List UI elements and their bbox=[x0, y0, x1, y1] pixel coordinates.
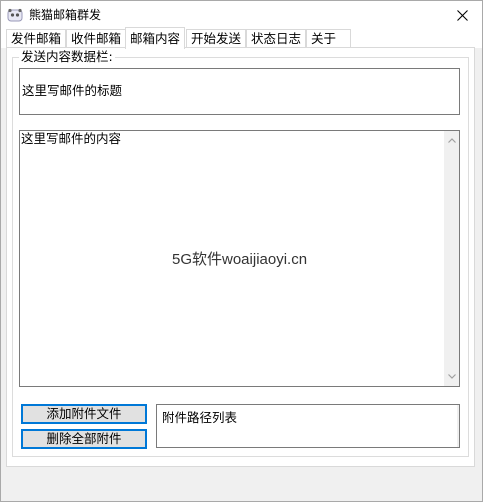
attachment-path-list[interactable]: 附件路径列表 bbox=[156, 404, 460, 448]
app-window: 熊猫邮箱群发 发件邮箱 收件邮箱 邮箱内容 开始发送 状态日志 关于 发送内容数… bbox=[0, 0, 483, 502]
scroll-down-arrow-icon[interactable] bbox=[444, 369, 459, 384]
body-text: 这里写邮件的内容 bbox=[21, 131, 122, 146]
body-scrollbar[interactable] bbox=[444, 131, 459, 386]
group-label: 发送内容数据栏: bbox=[19, 49, 115, 65]
tab-mail-content[interactable]: 邮箱内容 bbox=[125, 27, 186, 49]
close-button[interactable] bbox=[442, 1, 482, 29]
status-bar bbox=[1, 475, 482, 501]
title-bar[interactable]: 熊猫邮箱群发 bbox=[1, 1, 482, 29]
tab-about[interactable]: 关于 bbox=[306, 29, 351, 47]
panda-app-icon bbox=[7, 8, 23, 22]
add-attachment-button[interactable]: 添加附件文件 bbox=[21, 404, 147, 424]
tab-strip: 发件邮箱 收件邮箱 邮箱内容 开始发送 状态日志 关于 bbox=[1, 27, 482, 49]
close-icon bbox=[456, 9, 468, 21]
watermark-text: 5G软件woaijiaoyi.cn bbox=[172, 251, 308, 268]
subject-input[interactable]: 这里写邮件的标题 bbox=[19, 68, 460, 115]
tab-start-sending[interactable]: 开始发送 bbox=[186, 29, 247, 47]
scroll-up-arrow-icon[interactable] bbox=[444, 133, 459, 148]
tab-recipient-mailbox[interactable]: 收件邮箱 bbox=[66, 29, 127, 47]
tab-sender-mailbox[interactable]: 发件邮箱 bbox=[6, 29, 67, 47]
window-title: 熊猫邮箱群发 bbox=[29, 8, 102, 22]
delete-all-attachments-button[interactable]: 删除全部附件 bbox=[21, 429, 147, 449]
tab-status-log[interactable]: 状态日志 bbox=[246, 29, 307, 47]
attachment-list-label: 附件路径列表 bbox=[162, 410, 238, 425]
attachment-list-scrollbar[interactable] bbox=[457, 405, 459, 447]
